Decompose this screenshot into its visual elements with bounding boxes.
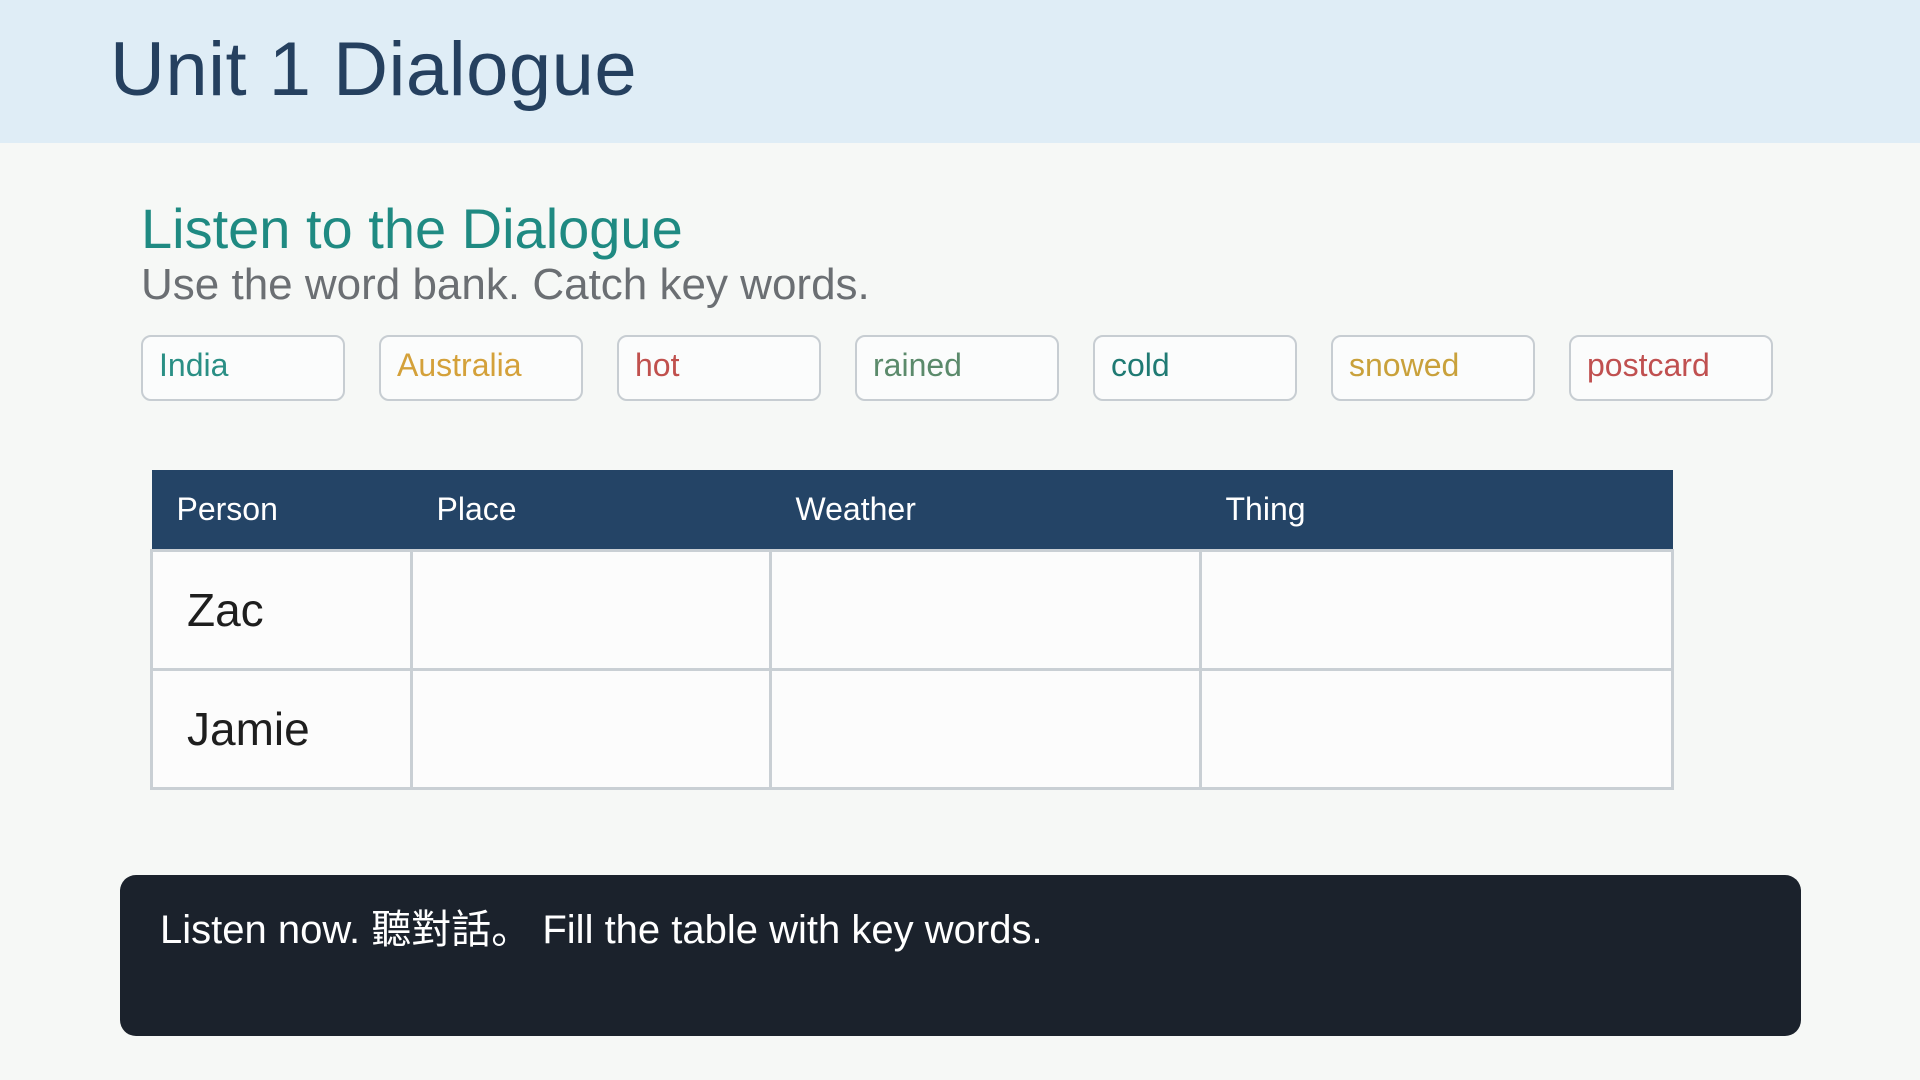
instruction-bar: Listen now. 聽對話。 Fill the table with key… <box>120 875 1801 1036</box>
person-cell: Jamie <box>150 667 413 790</box>
word-chip-label: hot <box>635 347 680 383</box>
word-chip-label: postcard <box>1587 347 1710 383</box>
section-subtitle: Use the word bank. Catch key words. <box>141 260 870 309</box>
weather-cell[interactable] <box>769 548 1202 671</box>
instruction-text: Listen now. 聽對話。 Fill the table with key… <box>160 908 1043 952</box>
word-chip-hot[interactable]: hot <box>617 335 821 401</box>
word-chip-label: Australia <box>397 347 522 383</box>
section-title: Listen to the Dialogue <box>141 197 683 260</box>
word-chip-india[interactable]: India <box>141 335 345 401</box>
word-chip-label: rained <box>873 347 962 383</box>
word-chip-label: India <box>159 347 229 383</box>
column-header-thing: Thing <box>1200 470 1673 550</box>
column-header-weather: Weather <box>770 470 1201 550</box>
place-cell[interactable] <box>410 667 772 790</box>
person-cell: Zac <box>150 548 413 671</box>
page-title: Unit 1 Dialogue <box>110 27 638 112</box>
weather-cell[interactable] <box>769 667 1202 790</box>
word-chip-label: snowed <box>1349 347 1460 383</box>
word-chip-postcard[interactable]: postcard <box>1569 335 1773 401</box>
table-grid: Person Place Weather Thing Zac Jamie <box>150 470 1674 790</box>
word-chip-rained[interactable]: rained <box>855 335 1059 401</box>
thing-cell[interactable] <box>1199 667 1674 790</box>
place-cell[interactable] <box>410 548 772 671</box>
slide: Unit 1 Dialogue Listen to the Dialogue U… <box>0 0 1920 1080</box>
word-chip-australia[interactable]: Australia <box>379 335 583 401</box>
table-row: Jamie <box>150 667 1674 790</box>
key-words-table: Person Place Weather Thing Zac Jamie <box>150 470 1674 790</box>
word-chip-cold[interactable]: cold <box>1093 335 1297 401</box>
word-chip-snowed[interactable]: snowed <box>1331 335 1535 401</box>
table-row: Zac <box>150 548 1674 671</box>
column-header-place: Place <box>411 470 771 550</box>
column-header-person: Person <box>151 470 412 550</box>
word-chip-label: cold <box>1111 347 1170 383</box>
word-bank: India Australia hot rained cold snowed p… <box>141 335 1781 403</box>
header-band: Unit 1 Dialogue <box>0 0 1920 143</box>
thing-cell[interactable] <box>1199 548 1674 671</box>
table-header-row: Person Place Weather Thing <box>151 470 1673 550</box>
